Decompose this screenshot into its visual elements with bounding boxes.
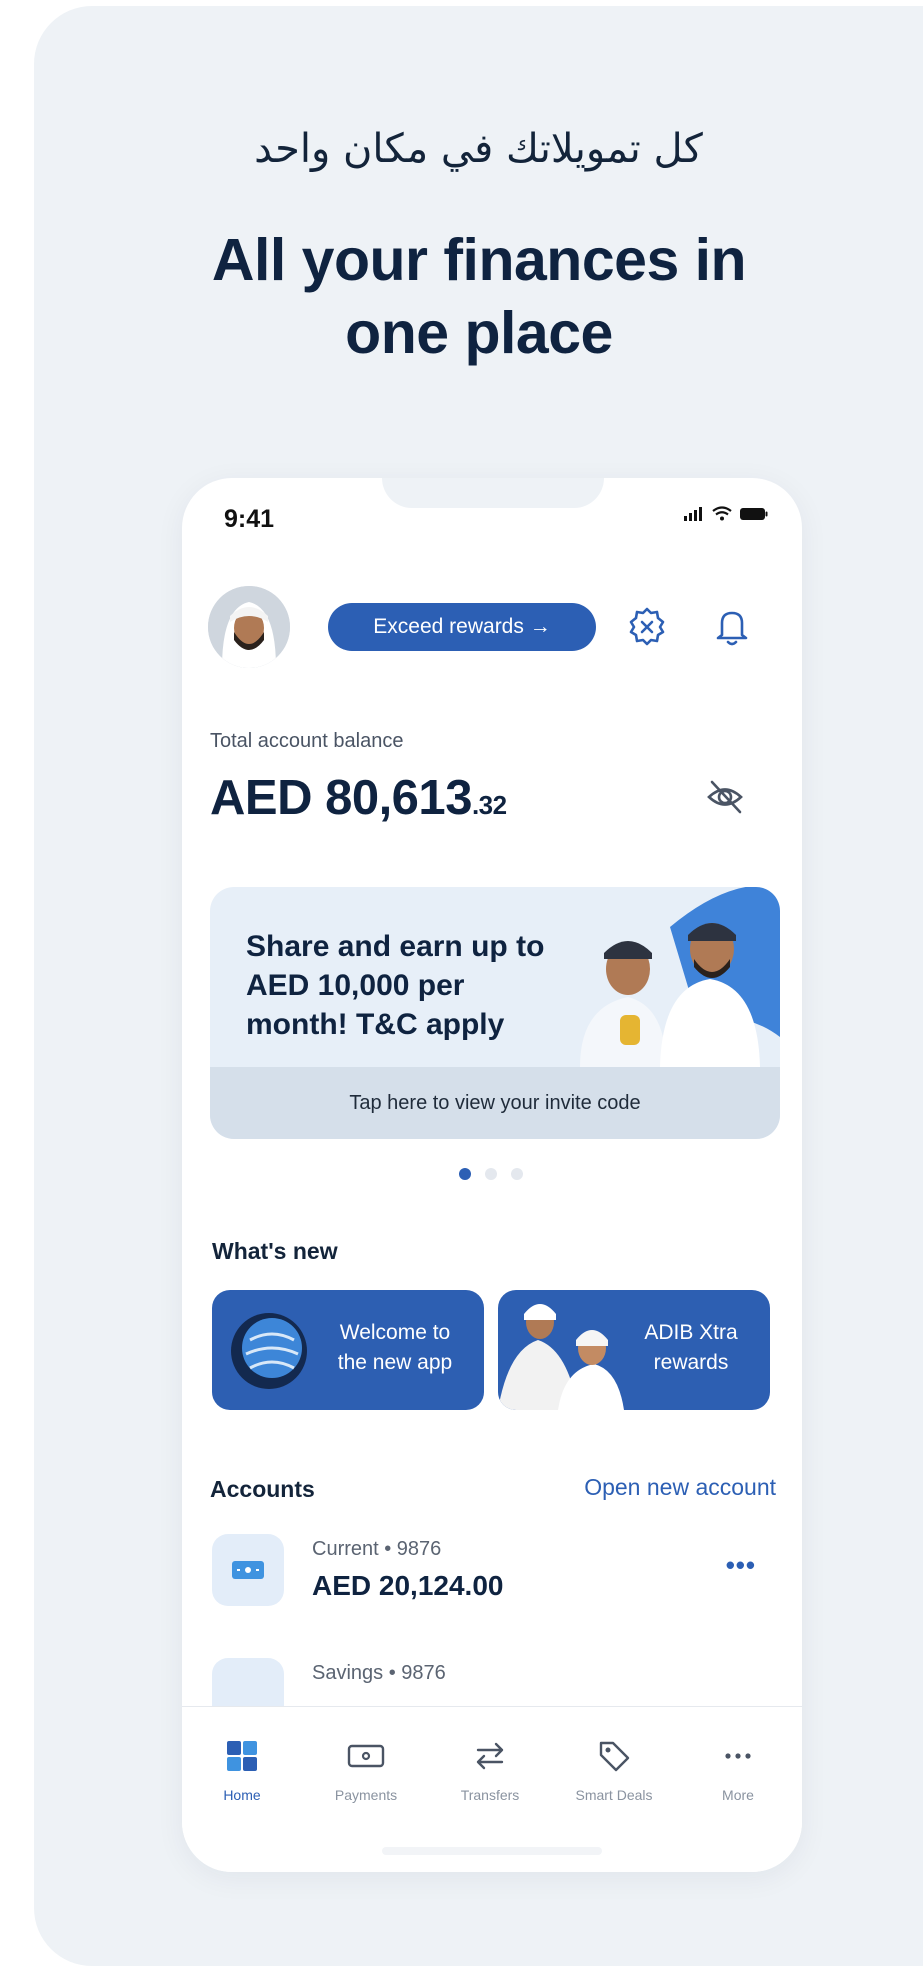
- tab-home[interactable]: Home: [182, 1737, 302, 1803]
- tab-more[interactable]: More: [678, 1737, 798, 1803]
- payments-icon: [347, 1744, 385, 1768]
- more-icon: [725, 1753, 751, 1759]
- carousel-dot-active[interactable]: [459, 1168, 471, 1180]
- carousel-dots: [459, 1168, 523, 1180]
- promo-footer-label: Tap here to view your invite code: [349, 1091, 641, 1114]
- status-time: 9:41: [224, 505, 275, 533]
- hero-arabic-title: كل تمويلاتك في مكان واحد: [254, 126, 703, 172]
- tag-icon: [599, 1741, 630, 1772]
- promo-invite-code-link[interactable]: Tap here to view your invite code: [210, 1067, 780, 1139]
- account-subtitle: Savings • 9876: [312, 1662, 446, 1684]
- exceed-rewards-button[interactable]: Exceed rewards →: [328, 603, 596, 651]
- carousel-dot[interactable]: [511, 1168, 523, 1180]
- phone-screen: 9:41 Exceed rewards → Total account bala…: [182, 478, 802, 1872]
- referral-promo-banner[interactable]: Share and earn up to AED 10,000 per mont…: [210, 887, 780, 1139]
- whats-new-tile-xtra-rewards[interactable]: ADIB Xtra rewards: [498, 1290, 770, 1410]
- avatar[interactable]: [208, 586, 290, 668]
- tab-label: Payments: [334, 1787, 398, 1803]
- transfers-icon: [476, 1742, 504, 1770]
- bottom-tab-bar: Home Payments Transfers Smart Deals More: [182, 1706, 802, 1872]
- hide-balance-eye-icon[interactable]: [704, 776, 746, 818]
- account-more-button[interactable]: •••: [726, 1550, 756, 1581]
- home-indicator: [382, 1847, 602, 1855]
- balance-label: Total account balance: [210, 730, 404, 752]
- balance-cents: .32: [471, 790, 507, 820]
- promo-text: Share and earn up to AED 10,000 per mont…: [246, 930, 545, 1041]
- tab-transfers[interactable]: Transfers: [430, 1737, 550, 1803]
- battery-icon: [740, 508, 768, 520]
- accounts-title: Accounts: [210, 1476, 315, 1502]
- hero-english-title: All your finances in one place: [211, 227, 747, 366]
- rewards-people-image: [498, 1304, 624, 1410]
- balance-amount: AED 80,613.32: [210, 770, 507, 826]
- tab-payments[interactable]: Payments: [306, 1737, 426, 1803]
- balance-main: AED 80,613: [210, 771, 472, 825]
- account-amount: AED 20,124.00: [312, 1570, 504, 1601]
- settings-gear-icon[interactable]: [626, 605, 668, 647]
- tab-label: More: [722, 1787, 754, 1803]
- notification-bell-icon[interactable]: [712, 605, 752, 647]
- whats-new-tile-label: Welcome to the new app: [337, 1321, 453, 1374]
- promo-people-image: [580, 887, 780, 1067]
- phone-notch: [382, 478, 604, 508]
- tab-smart-deals[interactable]: Smart Deals: [554, 1737, 674, 1803]
- globe-logo-icon: [231, 1313, 307, 1389]
- account-icon: [212, 1534, 284, 1606]
- tab-label: Home: [223, 1787, 261, 1803]
- status-icons: [684, 506, 768, 521]
- cash-icon: [232, 1561, 264, 1579]
- account-subtitle: Current • 9876: [312, 1538, 442, 1560]
- whats-new-title: What's new: [212, 1238, 338, 1264]
- tab-label: Transfers: [460, 1787, 520, 1803]
- home-icon: [227, 1741, 257, 1771]
- rewards-label: Exceed rewards →: [373, 615, 551, 638]
- whats-new-tile-label: ADIB Xtra rewards: [644, 1321, 738, 1374]
- whats-new-tile-welcome[interactable]: Welcome to the new app: [212, 1290, 484, 1410]
- wifi-icon: [712, 506, 732, 521]
- open-new-account-link[interactable]: Open new account: [584, 1474, 776, 1501]
- signal-icon: [684, 507, 702, 521]
- carousel-dot[interactable]: [485, 1168, 497, 1180]
- tab-label: Smart Deals: [575, 1787, 653, 1803]
